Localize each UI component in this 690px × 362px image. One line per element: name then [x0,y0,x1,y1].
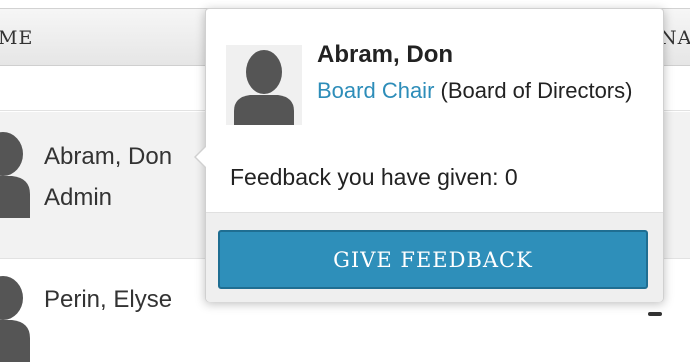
user-popover: Abram, Don Board Chair (Board of Directo… [194,8,664,302]
popover-avatar [226,45,302,125]
give-feedback-button[interactable]: GIVE FEEDBACK [218,230,648,289]
feedback-count: Feedback you have given: 0 [230,164,518,190]
avatar-icon [0,132,30,218]
column-header-right[interactable]: NA [660,27,690,49]
person-silhouette-icon [234,50,294,125]
avatar-icon [0,276,30,362]
row-name[interactable]: Abram, Don [44,143,172,171]
partial-text-fragment [648,312,662,316]
row-name[interactable]: Perin, Elyse [44,286,172,314]
popover-footer: GIVE FEEDBACK [206,212,663,302]
popover-name: Abram, Don [317,41,454,68]
row-role: Admin [44,184,113,211]
role-link[interactable]: Board Chair [317,78,434,103]
org-label: (Board of Directors) [440,78,633,103]
popover-arrow-inner [196,147,206,167]
popover-title-line: Board Chair (Board of Directors) [317,78,632,104]
column-header-name[interactable]: ME [0,27,33,49]
